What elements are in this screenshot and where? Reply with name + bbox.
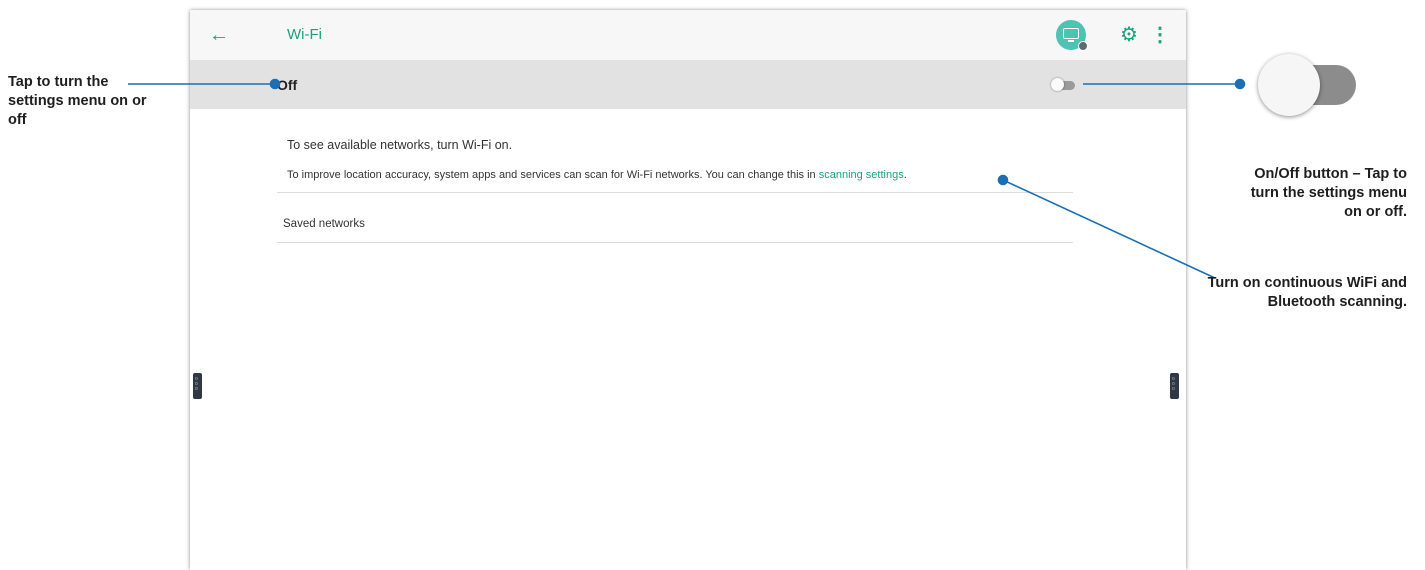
annotation-left: Tap to turn the settings menu on or off: [8, 74, 147, 128]
leader-dot-left: [269, 78, 281, 90]
onoff-toggle-illustration: [1258, 54, 1358, 116]
leader-dot-scanning: [997, 174, 1009, 186]
annotation-scanning: Turn on continuous WiFi and Bluetooth sc…: [1207, 275, 1407, 310]
toggle-thumb-large: [1258, 54, 1320, 116]
annotation-toggle: On/Off button – Tap to turn the settings…: [1250, 166, 1407, 220]
leader-line-scanning: [1002, 179, 1216, 279]
leader-dot-toggle: [1234, 78, 1246, 90]
